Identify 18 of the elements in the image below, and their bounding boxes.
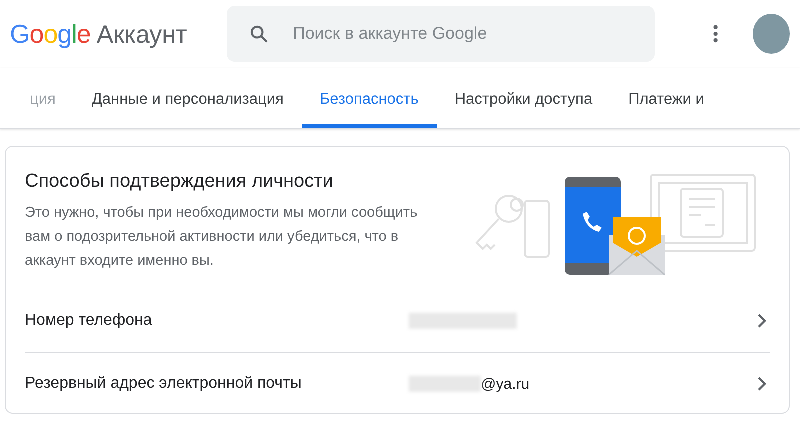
card-title: Способы подтверждения личности [25, 171, 334, 193]
settings-row[interactable]: Номер телефона [25, 290, 789, 352]
tab[interactable]: Данные и персонализация [74, 68, 302, 128]
email-domain: @ya.ru [481, 376, 530, 392]
avatar[interactable] [752, 14, 790, 54]
settings-row[interactable]: Резервный адрес электронной почты @ya.ru [25, 353, 789, 415]
google-logo[interactable]: Google [10, 18, 91, 50]
row-label: Номер телефона [25, 312, 154, 330]
tab[interactable]: Безопасность [302, 68, 437, 128]
product-name: Аккаунт [96, 20, 188, 50]
card-description: Это нужно, чтобы при необходимости мы могли сообщить вам о подозрительной активности или убедиться, что в аккаунт входите именно вы. [25, 204, 419, 271]
tab[interactable]: Платежи и [610, 68, 722, 128]
chevron-right-icon [757, 376, 767, 392]
tab[interactable]: Настройки доступа [436, 68, 611, 128]
row-label: Резервный адрес электронной почты [25, 375, 303, 393]
chevron-right-icon [757, 313, 767, 329]
more-options-icon[interactable] [713, 24, 719, 44]
search-field[interactable]: Поиск в аккаунте Google [227, 6, 656, 62]
